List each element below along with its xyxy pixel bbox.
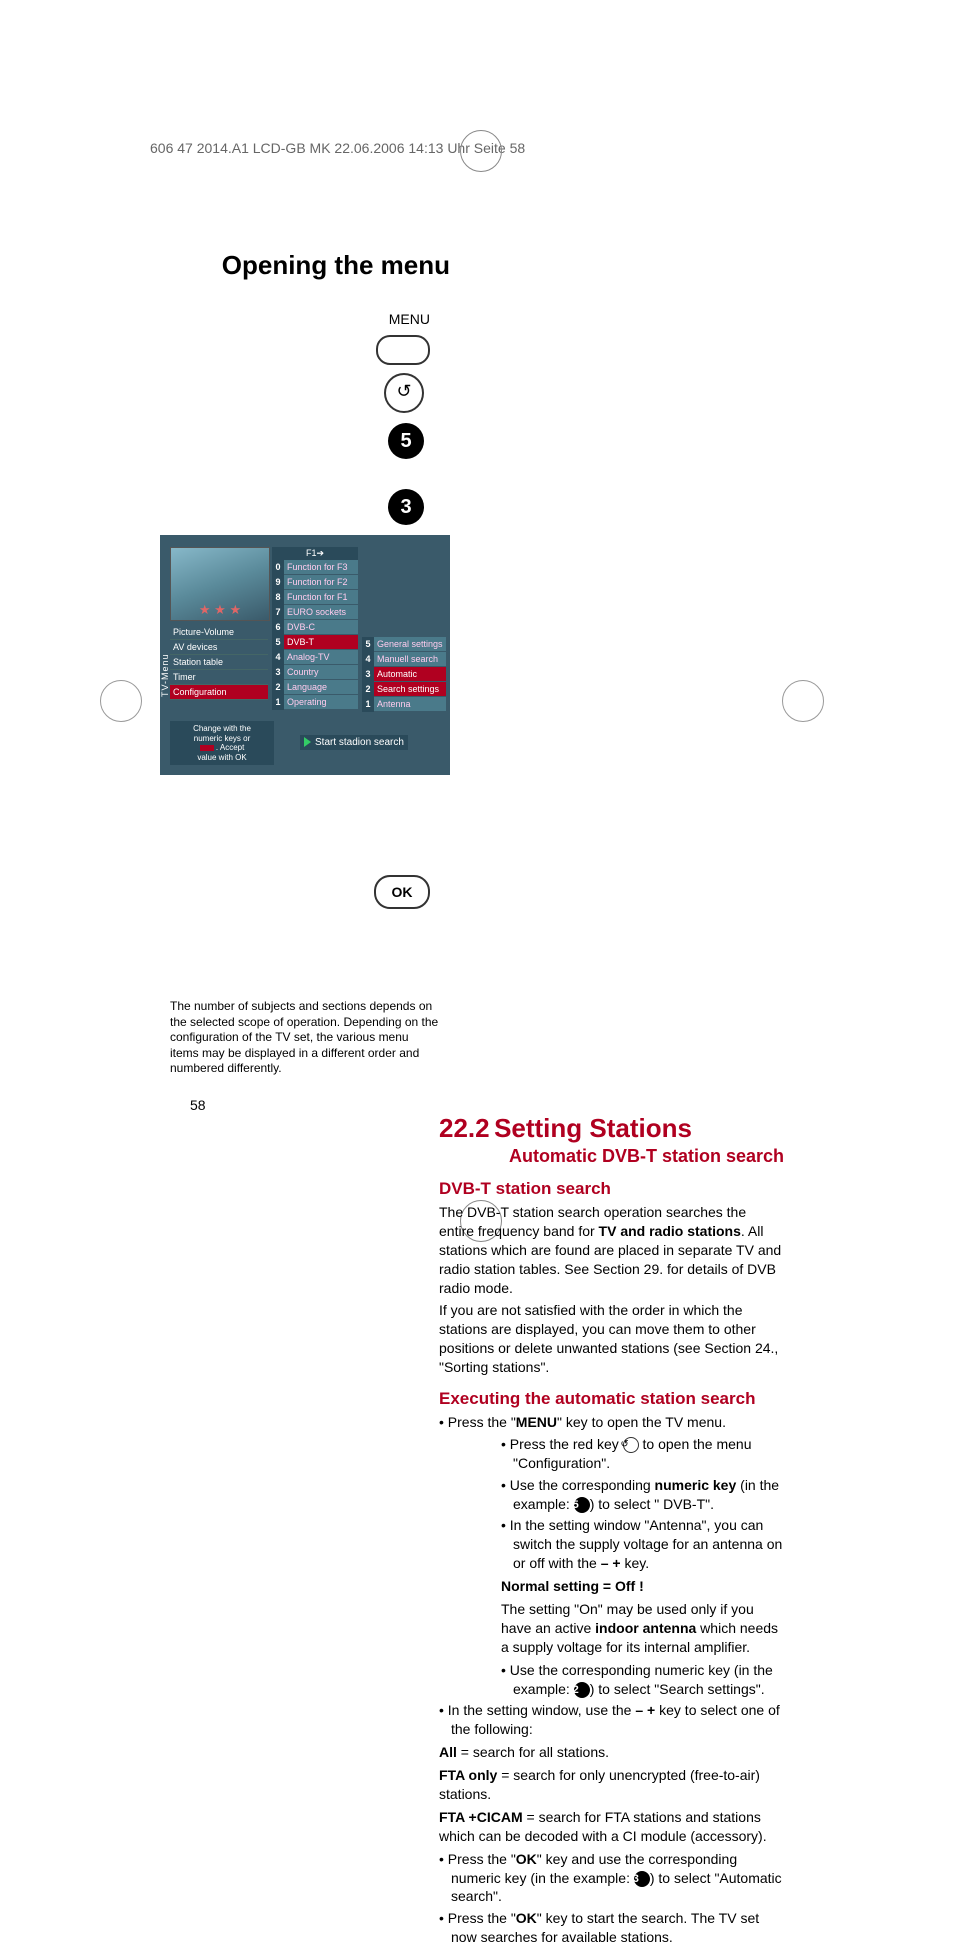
- normal-setting: Normal setting = Off !: [501, 1577, 784, 1596]
- section-heading: 22.2 Setting Stations: [439, 1113, 784, 1144]
- para-intro: The DVB-T station search operation searc…: [439, 1203, 784, 1297]
- footnote: The number of subjects and sections depe…: [170, 999, 440, 1077]
- tv-submenu-col2: F1➔ 0Function for F3 9Function for F2 8F…: [272, 547, 358, 710]
- tv-left-item: Picture-Volume: [170, 625, 268, 640]
- tv-left-item-selected: Configuration: [170, 685, 268, 700]
- tv-left-item: AV devices: [170, 640, 268, 655]
- registration-mark-left: [100, 680, 142, 722]
- opening-menu-heading: Opening the menu: [170, 250, 450, 281]
- bullet-press-menu: • Press the "MENU" key to open the TV me…: [439, 1413, 784, 1432]
- tv-menu-vertical-label: TV-Menu: [160, 630, 170, 720]
- bullet-ok-start: • Press the "OK" key to start the search…: [439, 1909, 784, 1947]
- bullet-select-following: • In the setting window, use the – + key…: [439, 1701, 784, 1739]
- option-cicam: FTA +CICAM = search for FTA stations and…: [439, 1808, 784, 1846]
- menu-key-label: MENU: [170, 311, 430, 327]
- para-indoor-antenna: The setting "On" may be used only if you…: [501, 1600, 784, 1657]
- bullet-antenna: • In the setting window "Antenna", you c…: [501, 1516, 784, 1573]
- registration-mark-right: [782, 680, 824, 722]
- numeric-5-inline-icon: 5: [574, 1497, 590, 1513]
- dvbt-search-heading: DVB-T station search: [439, 1179, 784, 1199]
- red-key-icon: ↺: [623, 1437, 639, 1453]
- bullet-numeric-2: • Use the corresponding numeric key (in …: [501, 1661, 784, 1699]
- tv-preview-thumb: ★ ★ ★: [170, 547, 270, 621]
- tv-stars: ★ ★ ★: [171, 602, 269, 618]
- menu-button[interactable]: [376, 335, 430, 365]
- section-subheading: Automatic DVB-T station search: [439, 1146, 784, 1167]
- numeric-5-icon: 5: [388, 423, 424, 459]
- bullet-numeric-5: • Use the corresponding numeric key (in …: [501, 1476, 784, 1514]
- tv-col2-header: F1➔: [272, 547, 358, 560]
- ok-button[interactable]: OK: [374, 875, 430, 909]
- bullet-press-red: • Press the red key ↺ to open the menu "…: [501, 1435, 784, 1473]
- tv-submenu-col3: 5General settings 4Manuell search 3Autom…: [362, 637, 446, 712]
- option-fta: FTA only = search for only unencrypted (…: [439, 1766, 784, 1804]
- numeric-2-inline-icon: 2: [574, 1682, 590, 1698]
- tv-menu-screenshot: ★ ★ ★ TV-Menu Picture-Volume AV devices …: [160, 535, 450, 775]
- tv-start-search: Start stadion search: [300, 735, 408, 750]
- executing-heading: Executing the automatic station search: [439, 1389, 784, 1409]
- tv-hint-box: Change with the numeric keys or . Accept…: [170, 721, 274, 765]
- crop-mark-top: [460, 130, 502, 172]
- numeric-3-icon: 3: [388, 489, 424, 525]
- tv-left-item: Station table: [170, 655, 268, 670]
- option-all: All = search for all stations.: [439, 1743, 784, 1762]
- numeric-3-inline-icon: 3: [634, 1871, 650, 1887]
- page-number: 58: [190, 1097, 450, 1113]
- red-return-button[interactable]: ↺: [384, 373, 424, 413]
- tv-left-item: Timer: [170, 670, 268, 685]
- bullet-ok-numeric-3: • Press the "OK" key and use the corresp…: [439, 1850, 784, 1907]
- para-reorder: If you are not satisfied with the order …: [439, 1301, 784, 1377]
- tv-left-nav: Picture-Volume AV devices Station table …: [170, 625, 268, 700]
